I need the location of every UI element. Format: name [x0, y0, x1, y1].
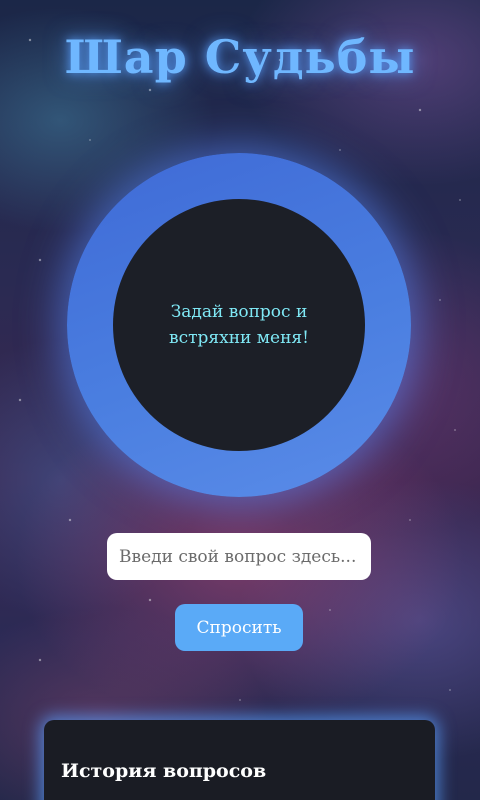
ask-button[interactable]: Спросить [175, 604, 303, 651]
page-title: Шар Судьбы [64, 30, 416, 84]
magic-ball-window: Задай вопрос и встряхни меня! [113, 199, 365, 451]
history-panel: История вопросов [44, 720, 435, 800]
ball-message: Задай вопрос и встряхни меня! [169, 302, 309, 348]
history-title: История вопросов [61, 760, 267, 782]
question-input[interactable] [107, 533, 371, 580]
magic-ball[interactable]: Задай вопрос и встряхни меня! [67, 153, 411, 497]
